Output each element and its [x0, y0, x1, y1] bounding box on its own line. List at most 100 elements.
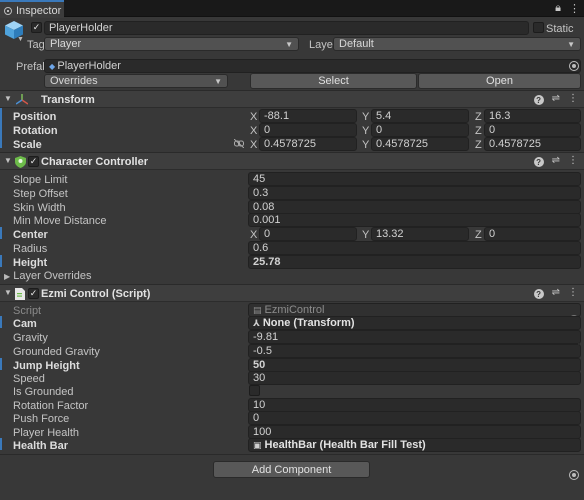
component-header-icons: ? ⇌ ⋮ — [533, 155, 578, 167]
min-move-distance-field[interactable]: 0.001 — [248, 213, 581, 227]
radius-field[interactable]: 0.6 — [248, 241, 581, 255]
scale-z-value: 0.4578725 — [489, 138, 541, 150]
step-offset-field[interactable]: 0.3 — [248, 186, 581, 200]
kebab-menu-icon[interactable]: ⋮ — [568, 287, 578, 299]
gameobject-name-input[interactable]: PlayerHolder — [44, 21, 529, 35]
overrides-label: Overrides — [50, 75, 98, 87]
axis-y-label: Y — [362, 139, 370, 151]
open-button-label: Open — [486, 75, 513, 87]
component-header-icons: ? ⇌ ⋮ — [533, 287, 578, 299]
center-x-field[interactable]: 0 — [259, 227, 357, 241]
enabled-checkbox[interactable]: ✓ — [28, 156, 39, 167]
chevron-down-icon: ▼ — [214, 76, 222, 86]
axis-x-label: X — [250, 111, 258, 123]
object-picker-icon[interactable] — [569, 470, 579, 480]
add-component-button[interactable]: Add Component — [213, 461, 370, 478]
position-label: Position — [13, 111, 57, 123]
is-grounded-checkbox[interactable] — [249, 385, 260, 396]
preset-icon[interactable]: ⇌ — [552, 93, 560, 105]
script-icon — [15, 288, 25, 300]
open-button[interactable]: Open — [418, 73, 581, 89]
kebab-menu-icon[interactable]: ⋮ — [569, 2, 580, 15]
kebab-menu-icon[interactable]: ⋮ — [568, 93, 578, 105]
center-z-field[interactable]: 0 — [484, 227, 581, 241]
modified-bar — [0, 316, 2, 328]
position-z-field[interactable]: 16.3 — [484, 109, 581, 123]
rotation-z-field[interactable]: 0 — [484, 123, 581, 137]
cam-field[interactable]: ⅄ None (Transform) — [248, 316, 581, 330]
script-label: Script — [13, 305, 42, 317]
select-button[interactable]: Select — [250, 73, 417, 89]
push-force-field[interactable]: 0 — [248, 411, 581, 425]
help-icon[interactable]: ? — [533, 157, 544, 167]
grounded-gravity-field[interactable]: -0.5 — [248, 344, 581, 358]
skin-width-value: 0.08 — [253, 201, 275, 213]
foldout-arrow-icon[interactable]: ▼ — [4, 156, 12, 165]
layer-overrides-label: Layer Overrides — [13, 270, 92, 282]
health-bar-field[interactable]: ▣ HealthBar (Health Bar Fill Test) — [248, 438, 581, 452]
cam-label: Cam — [13, 318, 37, 330]
chevron-down-icon: ▼ — [285, 39, 293, 49]
tag-dropdown[interactable]: Player ▼ — [44, 37, 299, 51]
transform-header[interactable]: ▼ Transform ? ⇌ ⋮ — [0, 90, 584, 108]
help-icon[interactable]: ? — [533, 95, 544, 105]
height-value: 25.78 — [253, 256, 281, 268]
player-health-field[interactable]: 100 — [248, 425, 581, 439]
foldout-arrow-icon[interactable]: ▼ — [4, 288, 12, 297]
center-z-value: 0 — [489, 228, 496, 240]
modified-bar — [0, 227, 2, 239]
scale-x-field[interactable]: 0.4578725 — [259, 137, 357, 151]
slope-limit-field[interactable]: 45 — [248, 172, 581, 186]
center-y-field[interactable]: 13.32 — [371, 227, 469, 241]
overrides-dropdown[interactable]: Overrides ▼ — [44, 74, 228, 88]
object-picker-icon[interactable] — [569, 61, 579, 71]
link-icon[interactable] — [234, 139, 244, 148]
speed-field[interactable]: 30 — [248, 371, 581, 385]
chevron-right-icon: ▶ — [4, 272, 11, 281]
ezmi-control-header[interactable]: ▼ ✓ Ezmi Control (Script) ? ⇌ ⋮ — [0, 284, 584, 302]
axis-x-label: X — [250, 229, 258, 241]
height-field[interactable]: 25.78 — [248, 255, 581, 269]
rotation-factor-field[interactable]: 10 — [248, 398, 581, 412]
rotation-factor-value: 10 — [253, 399, 266, 411]
kebab-menu-icon[interactable]: ⋮ — [568, 155, 578, 167]
radius-label: Radius — [13, 243, 48, 255]
min-move-distance-label: Min Move Distance — [13, 215, 107, 227]
rotation-y-field[interactable]: 0 — [371, 123, 469, 137]
layer-overrides-foldout[interactable]: ▶ Layer Overrides — [4, 270, 91, 282]
prefab-icon: ◆ — [49, 61, 58, 71]
position-x-field[interactable]: -88.1 — [259, 109, 357, 123]
slope-limit-value: 45 — [253, 173, 266, 185]
icon-dropdown-arrow[interactable]: ▼ — [17, 36, 24, 43]
tab-inspector-label: Inspector — [16, 5, 62, 17]
enabled-checkbox[interactable]: ✓ — [28, 288, 39, 299]
gravity-field[interactable]: -9.81 — [248, 330, 581, 344]
foldout-arrow-icon[interactable]: ▼ — [4, 94, 12, 103]
transform-title: Transform — [41, 94, 95, 106]
lock-icon[interactable]: 🔒︎ — [555, 2, 561, 15]
ezmi-control-title: Ezmi Control (Script) — [41, 288, 151, 300]
static-checkbox[interactable] — [533, 22, 544, 33]
jump-height-field[interactable]: 50 — [248, 358, 581, 372]
skin-width-field[interactable]: 0.08 — [248, 200, 581, 214]
help-icon[interactable]: ? — [533, 289, 544, 299]
scale-y-field[interactable]: 0.4578725 — [371, 137, 469, 151]
character-controller-header[interactable]: ▼ ✓ Character Controller ? ⇌ ⋮ — [0, 152, 584, 170]
scale-z-field[interactable]: 0.4578725 — [484, 137, 581, 151]
divider — [0, 454, 584, 455]
position-y-field[interactable]: 5.4 — [371, 109, 469, 123]
preset-icon[interactable]: ⇌ — [552, 155, 560, 167]
gravity-value: -9.81 — [253, 331, 279, 343]
modified-bar — [0, 255, 2, 267]
static-label: Static — [546, 23, 574, 35]
layer-dropdown[interactable]: Default ▼ — [333, 37, 581, 51]
preset-icon[interactable]: ⇌ — [552, 287, 560, 299]
active-checkbox[interactable]: ✓ — [31, 22, 42, 33]
axis-z-label: Z — [475, 111, 482, 123]
scale-x-value: 0.4578725 — [264, 138, 316, 150]
select-button-label: Select — [318, 75, 349, 87]
rotation-x-field[interactable]: 0 — [259, 123, 357, 137]
tab-inspector[interactable]: Inspector — [0, 0, 64, 18]
prefab-field[interactable]: ◆ PlayerHolder — [44, 59, 581, 73]
player-health-value: 100 — [253, 426, 272, 438]
